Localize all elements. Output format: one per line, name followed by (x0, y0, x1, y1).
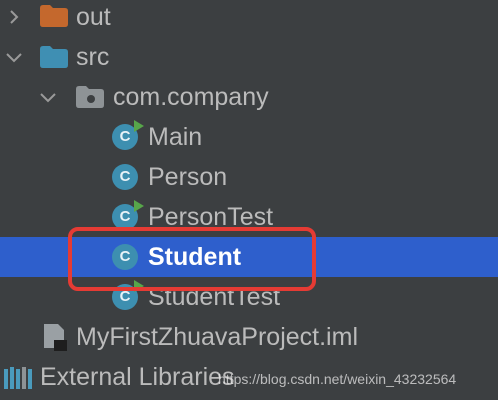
tree-item-class-person[interactable]: C Person (0, 157, 498, 197)
tree-item-label: Main (148, 123, 203, 151)
tree-item-src[interactable]: src (0, 37, 498, 77)
tree-item-label: Student (148, 243, 242, 271)
tree-item-label: out (76, 3, 111, 31)
class-icon: C (112, 164, 138, 190)
libraries-icon (4, 367, 32, 389)
tree-item-label: MyFirstZhuavaProject.iml (76, 323, 358, 351)
tree-item-label: PersonTest (148, 203, 274, 231)
tree-item-class-student[interactable]: C Student (0, 237, 498, 277)
source-folder-icon (40, 46, 68, 68)
chevron-down-icon[interactable] (4, 47, 24, 67)
tree-item-label: External Libraries (40, 363, 235, 391)
folder-icon (40, 5, 68, 27)
package-icon (76, 86, 104, 108)
project-tree: out src com.company C Main C Person C Pe… (0, 0, 498, 400)
tree-item-class-studenttest[interactable]: C StudentTest (0, 277, 498, 317)
class-icon: C (112, 120, 144, 150)
class-icon: C (112, 200, 144, 230)
tree-item-iml-file[interactable]: MyFirstZhuavaProject.iml (0, 317, 498, 357)
class-icon: C (112, 280, 144, 310)
tree-item-class-persontest[interactable]: C PersonTest (0, 197, 498, 237)
tree-item-label: Person (148, 163, 228, 191)
tree-item-label: src (76, 43, 110, 71)
class-icon: C (112, 244, 138, 270)
tree-item-package[interactable]: com.company (0, 77, 498, 117)
watermark: https://blog.csdn.net/weixin_43232564 (218, 371, 457, 387)
tree-item-label: com.company (113, 83, 269, 111)
chevron-right-icon[interactable] (4, 7, 24, 27)
module-file-icon (44, 324, 67, 351)
chevron-down-icon[interactable] (38, 87, 58, 107)
tree-item-label: StudentTest (148, 283, 281, 311)
tree-item-out[interactable]: out (0, 0, 498, 37)
tree-item-class-main[interactable]: C Main (0, 117, 498, 157)
